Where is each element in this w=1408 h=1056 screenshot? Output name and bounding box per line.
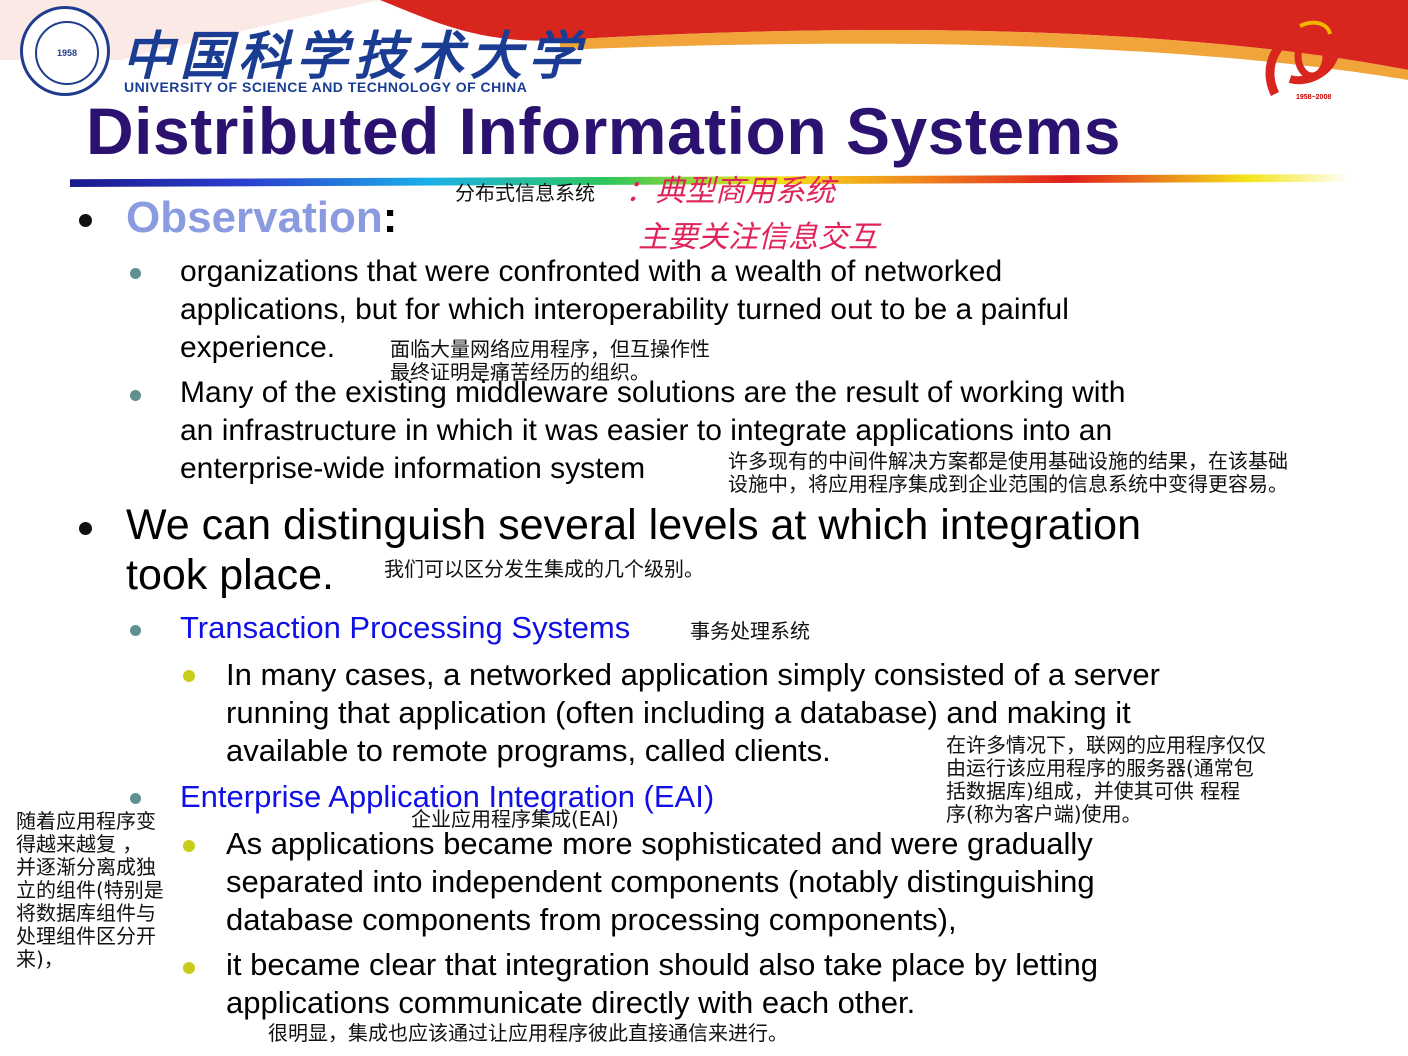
seal-year: 1958	[35, 21, 99, 85]
text-line: an infrastructure in which it was easier…	[180, 414, 1113, 447]
bullet-icon	[183, 840, 195, 852]
note-line: 面临大量网络应用程序，但互操作性	[390, 337, 710, 361]
bullet-icon	[79, 522, 92, 535]
observation-label: Observation	[126, 193, 383, 242]
bullet-icon	[79, 214, 92, 227]
page-title: Distributed Information Systems	[86, 94, 1121, 168]
text-line: separated into independent components (n…	[226, 864, 1095, 899]
bullet-icon	[130, 793, 141, 804]
text-line: applications communicate directly with e…	[226, 985, 916, 1020]
handwritten-note-2: 主要关注信息交互	[638, 220, 878, 255]
chinese-note: 许多现有的中间件解决方案都是使用基础设施的结果，在该基础 设施中，将应用程序集成…	[728, 450, 1288, 496]
chinese-note: 事务处理系统	[690, 619, 810, 643]
text-line: running that application (often includin…	[226, 695, 1131, 730]
university-name-chinese: 中国科学技术大学	[122, 26, 587, 87]
note-line: 将数据库组件与	[16, 901, 156, 925]
anniversary-years: 1958~2008	[1296, 94, 1332, 101]
text-line: Many of the existing middleware solution…	[180, 376, 1126, 409]
note-line: 括数据库)组成，并使其可供 程程	[946, 779, 1241, 803]
chinese-side-note: 随着应用程序变 得越来越复 ， 并逐渐分离成独 立的组件(特别是 将数据库组件与…	[16, 810, 164, 971]
chinese-note: 我们可以区分发生集成的几个级别。	[384, 557, 704, 581]
note-line: 许多现有的中间件解决方案都是使用基础设施的结果，在该基础	[728, 449, 1288, 473]
handwritten-note-1: ：典型商用系统	[625, 174, 835, 209]
chinese-note: 在许多情况下，联网的应用程序仅仅 由运行该应用程序的服务器(通常包 括数据库)组…	[946, 734, 1266, 826]
bullet-icon	[183, 962, 195, 974]
list-item: it became clear that integration should …	[226, 946, 1098, 1022]
text-line: applications, but for which interoperabi…	[180, 293, 1069, 326]
note-line: 设施中，将应用程序集成到企业范围的信息系统中变得更容易。	[728, 472, 1288, 496]
text-line: it became clear that integration should …	[226, 947, 1098, 982]
list-item: As applications became more sophisticate…	[226, 825, 1095, 939]
levels-heading: We can distinguish several levels at whi…	[126, 500, 1141, 600]
observation-colon: :	[382, 193, 398, 242]
note-line: 由运行该应用程序的服务器(通常包	[946, 756, 1254, 780]
note-line: 来)，	[16, 947, 64, 971]
note-line: 得越来越复 ，	[16, 832, 143, 856]
note-line: 并逐渐分离成独	[16, 855, 156, 879]
tps-label: Transaction Processing Systems	[180, 610, 631, 645]
note-line: 处理组件区分开	[16, 924, 156, 948]
note-line: 序(称为客户端)使用。	[946, 802, 1142, 826]
observation-heading: Observation:	[126, 193, 397, 243]
note-line: 在许多情况下，联网的应用程序仅仅	[946, 733, 1266, 757]
bullet-icon	[130, 268, 141, 279]
text-line: As applications became more sophisticate…	[226, 826, 1093, 861]
bullet-icon	[130, 625, 141, 636]
note-line: 立的组件(特别是	[16, 878, 164, 902]
text-line: We can distinguish several levels at whi…	[126, 501, 1142, 549]
note-line: 随着应用程序变	[16, 809, 156, 833]
text-line: organizations that were confronted with …	[180, 255, 1003, 288]
bullet-icon	[130, 390, 141, 401]
text-line: In many cases, a networked application s…	[226, 657, 1160, 692]
university-seal-logo: 1958	[20, 6, 110, 96]
chinese-note: 很明显，集成也应该通过让应用程序彼此直接通信来进行。	[268, 1021, 788, 1045]
title-chinese-note: 分布式信息系统	[455, 181, 595, 205]
text-line: database components from processing comp…	[226, 902, 957, 937]
bullet-icon	[183, 670, 195, 682]
